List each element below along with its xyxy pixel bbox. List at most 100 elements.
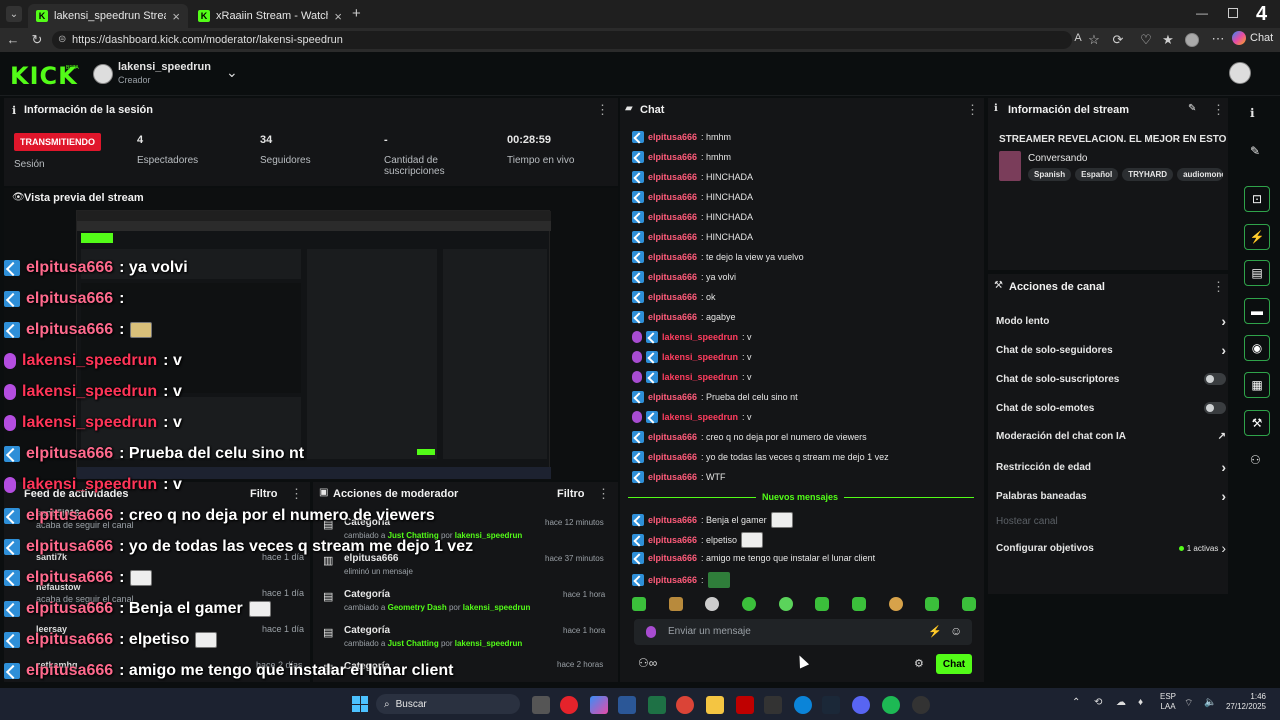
- chat-message[interactable]: elpitusa666: HINCHADA: [632, 191, 753, 203]
- edit-pencil-icon[interactable]: ✎: [1188, 103, 1196, 114]
- chat-message[interactable]: elpitusa666: HINCHADA: [632, 211, 753, 223]
- emote-button[interactable]: [815, 597, 830, 611]
- tag-chip[interactable]: Spanish: [1028, 168, 1072, 181]
- category-thumbnail[interactable]: [999, 151, 1021, 181]
- chat-message[interactable]: elpitusa666: Benja el gamer: [632, 512, 793, 528]
- chat-message[interactable]: elpitusa666: amigo me tengo que instalar…: [632, 552, 875, 564]
- emote-button[interactable]: [925, 597, 940, 611]
- preview-video[interactable]: [76, 210, 551, 479]
- emote-button[interactable]: [778, 597, 793, 611]
- chat-message[interactable]: elpitusa666: hmhm: [632, 151, 731, 163]
- goals-action[interactable]: Configurar objetivos 1 activas ›: [996, 540, 1226, 556]
- tray-app-icon[interactable]: ⟲: [1094, 697, 1102, 708]
- followers-only-action[interactable]: Chat de solo-seguidores ›: [996, 342, 1226, 358]
- edit-pencil-icon[interactable]: ✎: [1250, 144, 1260, 158]
- edge-icon[interactable]: [794, 696, 812, 714]
- app-icon[interactable]: [764, 696, 782, 714]
- system-clock[interactable]: 1:46 27/12/2025: [1222, 692, 1266, 712]
- site-info-icon[interactable]: ⊜: [58, 34, 66, 45]
- chat-message[interactable]: elpitusa666: ya volvi: [632, 271, 736, 283]
- chat-message[interactable]: elpitusa666:: [632, 572, 730, 588]
- minimize-icon[interactable]: —: [1196, 6, 1208, 20]
- emote-button[interactable]: [705, 597, 720, 611]
- maximize-icon[interactable]: [1228, 8, 1238, 18]
- emote-button[interactable]: [632, 597, 646, 611]
- activity-menu-icon[interactable]: ⋮: [290, 486, 303, 502]
- excel-icon[interactable]: [648, 696, 666, 714]
- activity-filter-button[interactable]: Filtro: [250, 488, 278, 500]
- chat-message[interactable]: elpitusa666: hmhm: [632, 131, 731, 143]
- filezilla-icon[interactable]: [736, 696, 754, 714]
- discord-icon[interactable]: [852, 696, 870, 714]
- emote-button[interactable]: [851, 597, 866, 611]
- chat-message[interactable]: lakensi_speedrun: v: [632, 351, 752, 363]
- more-menu-icon[interactable]: ⋯: [1208, 31, 1228, 47]
- input-language[interactable]: ESP LAA: [1160, 692, 1176, 712]
- channel-actions-menu-icon[interactable]: ⋮: [1212, 279, 1225, 295]
- profile-avatar[interactable]: [1185, 33, 1199, 47]
- tab-kick-dashboard[interactable]: K lakensi_speedrun Stream - Kick Das ×: [28, 4, 188, 28]
- close-tab-icon[interactable]: ×: [172, 9, 180, 24]
- tag-chip[interactable]: Español: [1075, 168, 1119, 181]
- tray-chevron-icon[interactable]: ⌃: [1072, 697, 1080, 708]
- collections-icon[interactable]: ♡: [1136, 32, 1156, 48]
- reload-icon[interactable]: ↻: [27, 32, 47, 48]
- chrome-icon[interactable]: [676, 696, 694, 714]
- chat-settings-gear-icon[interactable]: ⚙: [914, 657, 924, 670]
- chat-input[interactable]: Enviar un mensaje ⚡ ☺: [634, 619, 972, 645]
- tag-chip[interactable]: audiomonc: [1177, 168, 1224, 181]
- smiley-icon[interactable]: ☺: [950, 624, 962, 638]
- obs-icon[interactable]: [912, 696, 930, 714]
- emote-picker-icon[interactable]: ⚡: [928, 625, 942, 638]
- emote-button[interactable]: [668, 597, 683, 611]
- banned-words-action[interactable]: Palabras baneadas ›: [996, 488, 1226, 504]
- feed-item-name[interactable]: leersay: [36, 624, 67, 634]
- extensions-icon[interactable]: ⟳: [1108, 32, 1128, 48]
- chat-tools-icon[interactable]: ⚇∞: [638, 656, 657, 670]
- chat-bubble-icon[interactable]: ▬: [1244, 298, 1270, 324]
- media-player-icon[interactable]: [560, 696, 578, 714]
- lightning-icon[interactable]: ⚡: [1244, 224, 1270, 250]
- tab-xraaiin-stream[interactable]: K xRaaiin Stream - Watch Live on Kick ×: [190, 4, 350, 28]
- steam-icon[interactable]: [822, 696, 840, 714]
- subscribers-only-toggle[interactable]: [1204, 373, 1226, 385]
- spotify-icon[interactable]: [882, 696, 900, 714]
- favorites-icon[interactable]: ★: [1158, 32, 1178, 48]
- mod-menu-icon[interactable]: ⋮: [597, 486, 610, 502]
- speaker-icon[interactable]: 🔈: [1204, 697, 1216, 708]
- ai-moderation-action[interactable]: Moderación del chat con IA ↗: [996, 431, 1226, 442]
- chat-message[interactable]: elpitusa666: Prueba del celu sino nt: [632, 391, 798, 403]
- stream-category[interactable]: Conversando: [1028, 153, 1087, 164]
- copilot-chat-button[interactable]: Chat: [1232, 31, 1273, 45]
- chat-message[interactable]: lakensi_speedrun: v: [632, 411, 752, 423]
- document-icon[interactable]: ▤: [1244, 260, 1270, 286]
- chat-message[interactable]: elpitusa666: elpetiso: [632, 532, 764, 548]
- emotes-only-toggle[interactable]: [1204, 402, 1226, 414]
- chat-message[interactable]: lakensi_speedrun: v: [632, 331, 752, 343]
- broadcast-icon[interactable]: ◉: [1244, 335, 1270, 361]
- send-chat-button[interactable]: Chat: [936, 654, 972, 674]
- info-icon[interactable]: ℹ: [1250, 106, 1255, 120]
- chat-message[interactable]: elpitusa666: creo q no deja por el numer…: [632, 431, 867, 443]
- taskbar-search[interactable]: ⌕ Buscar: [376, 694, 520, 714]
- url-field[interactable]: ⊜ https://dashboard.kick.com/moderator/l…: [52, 31, 1072, 49]
- chat-message[interactable]: elpitusa666: ok: [632, 291, 716, 303]
- chat-message[interactable]: elpitusa666: yo de todas las veces q str…: [632, 451, 889, 463]
- chat-message[interactable]: lakensi_speedrun: v: [632, 371, 752, 383]
- favorite-star-icon[interactable]: ☆: [1084, 32, 1104, 48]
- clip-icon[interactable]: ⊡: [1244, 186, 1270, 212]
- tray-app-icon[interactable]: ☁: [1116, 697, 1126, 708]
- new-tab-icon[interactable]: +: [352, 5, 361, 22]
- chat-message[interactable]: elpitusa666: HINCHADA: [632, 231, 753, 243]
- chat-message[interactable]: elpitusa666: te dejo la view ya vuelvo: [632, 251, 804, 263]
- add-widget-icon[interactable]: ⚇: [1250, 453, 1261, 467]
- emote-button[interactable]: [961, 597, 976, 611]
- age-restriction-action[interactable]: Restricción de edad ›: [996, 459, 1226, 475]
- back-arrow-icon[interactable]: ←: [3, 32, 23, 47]
- task-view-icon[interactable]: [532, 696, 550, 714]
- slow-mode-action[interactable]: Modo lento ›: [996, 313, 1226, 329]
- windows-start-icon[interactable]: [352, 696, 368, 712]
- chat-message[interactable]: elpitusa666: WTF: [632, 471, 726, 483]
- feed-item-name[interactable]: nefaustow: [36, 582, 81, 592]
- chat-menu-icon[interactable]: ⋮: [966, 102, 979, 118]
